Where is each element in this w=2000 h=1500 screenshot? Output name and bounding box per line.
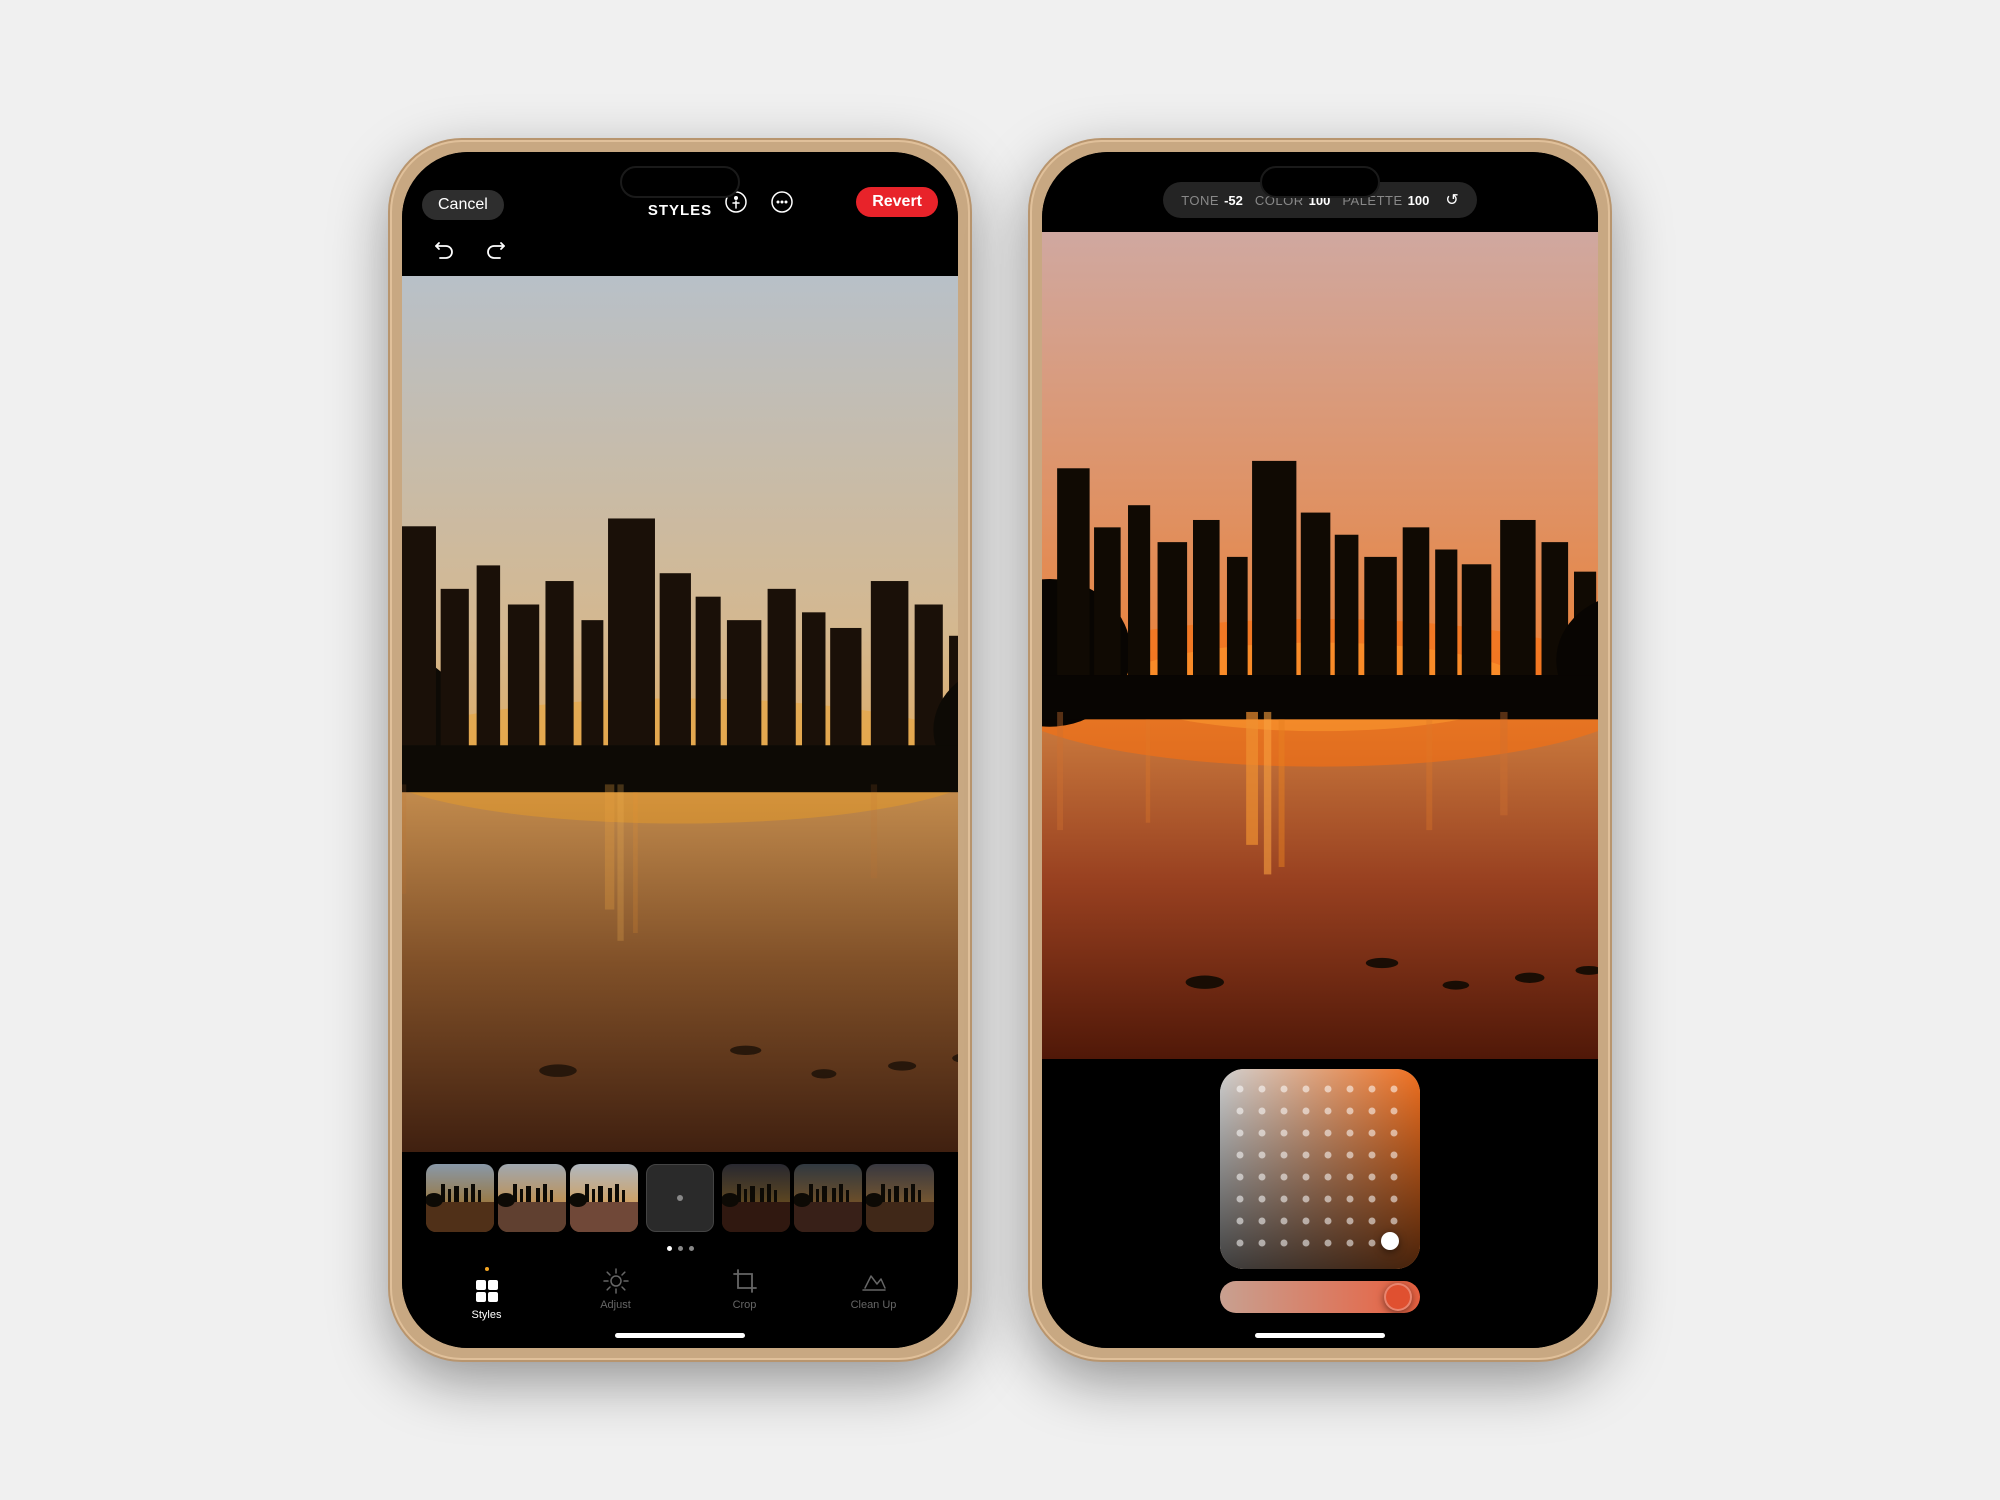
revert-button[interactable]: Revert: [856, 187, 938, 217]
adjust-tab-label: Adjust: [600, 1299, 631, 1311]
crop-tab-icon: [731, 1267, 759, 1295]
photo-area-right: PTOISMDP: [1042, 232, 1598, 1059]
tab-crop[interactable]: Crop: [710, 1267, 780, 1321]
style-thumb-2[interactable]: [498, 1164, 566, 1232]
tab-bar: Styles: [402, 1257, 958, 1325]
tab-adjust[interactable]: Adjust: [581, 1267, 651, 1321]
revert-button-area: [810, 184, 846, 220]
page-dot-3: [689, 1246, 694, 1251]
thumb-group-2: [722, 1164, 934, 1232]
cancel-button[interactable]: Cancel: [422, 190, 504, 220]
reset-icon[interactable]: ↺: [1445, 190, 1458, 210]
original-dot: [677, 1195, 683, 1201]
style-thumb-5[interactable]: [794, 1164, 862, 1232]
styles-title: STYLES: [648, 202, 712, 219]
palette-value: 100: [1408, 193, 1430, 208]
home-indicator-right: [1255, 1333, 1385, 1338]
tab-cleanup[interactable]: Clean Up: [839, 1267, 909, 1321]
page-dots: [402, 1240, 958, 1257]
bottom-panel-left: Styles: [402, 1152, 958, 1348]
style-thumb-6[interactable]: [866, 1164, 934, 1232]
tab-active-indicator: [485, 1267, 489, 1271]
undo-button[interactable]: [426, 232, 462, 268]
more-options-button[interactable]: [764, 184, 800, 220]
style-thumb-4[interactable]: [722, 1164, 790, 1232]
style-thumb-original[interactable]: [646, 1164, 714, 1232]
phone-left: Cancel STYLES: [390, 140, 970, 1360]
palette-area: [1042, 1059, 1598, 1348]
styles-tab-icon: [473, 1277, 501, 1305]
adjust-tab-icon: [602, 1267, 630, 1295]
style-thumbnails: [402, 1152, 958, 1240]
thumb-group-1: [426, 1164, 638, 1232]
styles-tab-label: Styles: [472, 1309, 502, 1321]
page-dot-1: [667, 1246, 672, 1251]
dynamic-island-right: [1260, 166, 1380, 198]
cleanup-tab-label: Clean Up: [851, 1299, 897, 1311]
photo-area-left: [402, 276, 958, 1152]
dynamic-island-left: [620, 166, 740, 198]
tone-value: -52: [1224, 193, 1243, 208]
palette-grid[interactable]: [1220, 1069, 1420, 1269]
phone-right: TONE -52 COLOR 100 PALETTE 100 ↺: [1030, 140, 1610, 1360]
style-thumb-3[interactable]: [570, 1164, 638, 1232]
slider-handle[interactable]: [1384, 1283, 1412, 1311]
home-indicator-left: [615, 1333, 745, 1338]
style-thumb-1[interactable]: [426, 1164, 494, 1232]
crop-tab-label: Crop: [733, 1299, 757, 1311]
redo-button[interactable]: [478, 232, 514, 268]
cleanup-tab-icon: [860, 1267, 888, 1295]
color-slider[interactable]: [1220, 1281, 1420, 1313]
tab-styles[interactable]: Styles: [452, 1267, 522, 1321]
tone-label: TONE: [1181, 193, 1219, 208]
page-dot-2: [678, 1246, 683, 1251]
tone-item: TONE -52: [1181, 193, 1243, 208]
